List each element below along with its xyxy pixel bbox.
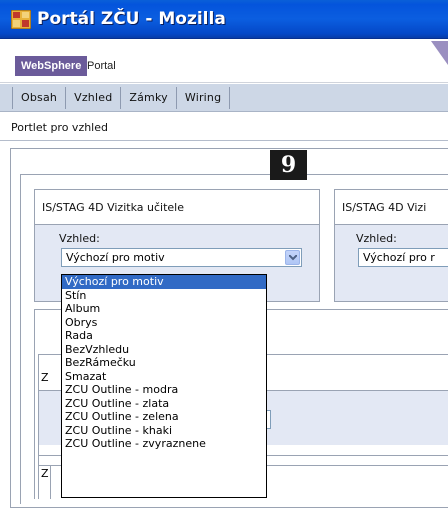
portlet-name: Z [41, 371, 49, 384]
divider [50, 465, 51, 499]
tab-separator [229, 87, 231, 109]
skin-label: Vzhled: [59, 232, 100, 245]
divider [0, 140, 448, 141]
dropdown-option-zcu-outline-zelena[interactable]: ZCU Outline - zelena [62, 410, 266, 424]
chevron-down-icon[interactable] [285, 250, 300, 265]
skin-dropdown-list[interactable]: Výchozí pro motiv Stín Album Obrys Rada … [61, 274, 267, 498]
page-title: Portlet pro vzhled [11, 121, 108, 134]
skin-select[interactable]: Výchozí pro r [358, 248, 448, 267]
tab-obsah[interactable]: Obsah [13, 84, 65, 112]
dropdown-option-vychozi-pro-motiv[interactable]: Výchozí pro motiv [62, 275, 266, 289]
dropdown-option-zcu-outline-zlata[interactable]: ZCU Outline - zlata [62, 397, 266, 411]
dropdown-option-album[interactable]: Album [62, 302, 266, 316]
tab-zamky[interactable]: Zámky [121, 84, 175, 112]
skin-select-value: Výchozí pro r [363, 251, 435, 264]
portlet-name: Z [41, 467, 49, 480]
websphere-logo: WebSphere [15, 56, 88, 76]
portlet-name: IS/STAG 4D Vizitka učitele [35, 190, 319, 225]
divider [34, 309, 35, 499]
banner-decoration-icon [431, 41, 448, 65]
skin-select-value: Výchozí pro motiv [66, 251, 165, 264]
window-titlebar[interactable]: Portál ZČU - Mozilla [0, 0, 448, 39]
dropdown-option-bezramecku[interactable]: BezRámečku [62, 356, 266, 370]
tab-vzhled[interactable]: Vzhled [66, 84, 120, 112]
dropdown-option-obrys[interactable]: Obrys [62, 316, 266, 330]
tab-wiring[interactable]: Wiring [177, 84, 229, 112]
dropdown-option-bezvzhledu[interactable]: BezVzhledu [62, 343, 266, 357]
skin-label: Vzhled: [356, 232, 397, 245]
dropdown-option-zcu-outline-zvyraznene[interactable]: ZCU Outline - zvyraznene [62, 437, 266, 451]
window-title: Portál ZČU - Mozilla [37, 9, 226, 29]
dropdown-option-zcu-outline-khaki[interactable]: ZCU Outline - khaki [62, 424, 266, 438]
portal-banner: WebSphere Portal [0, 40, 448, 83]
dropdown-option-zcu-outline-modra[interactable]: ZCU Outline - modra [62, 383, 266, 397]
tab-bar: Obsah Vzhled Zámky Wiring [0, 84, 448, 112]
skin-select[interactable]: Výchozí pro motiv [61, 248, 302, 267]
dropdown-option-smazat[interactable]: Smazat [62, 370, 266, 384]
mozilla-app-icon [11, 10, 31, 29]
portal-logo-text: Portal [87, 60, 116, 72]
portlet-skin-panel-2: IS/STAG 4D Vizi Vzhled: Výchozí pro r [334, 189, 448, 302]
dropdown-option-rada[interactable]: Rada [62, 329, 266, 343]
dropdown-option-stin[interactable]: Stín [62, 289, 266, 303]
step-number-badge: 9 [270, 150, 307, 180]
portlet-name: IS/STAG 4D Vizi [335, 190, 448, 225]
